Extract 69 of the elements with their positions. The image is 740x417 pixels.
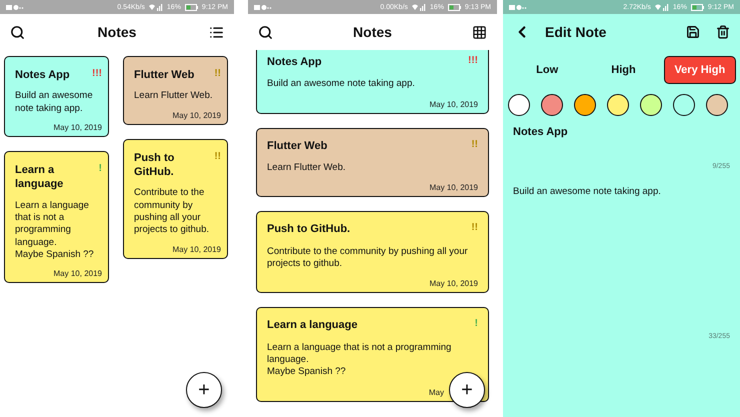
title-input[interactable]: Notes App <box>513 126 568 138</box>
note-title: Learn a language <box>15 162 64 192</box>
note-body: Build an awesome note taking app. <box>15 90 94 115</box>
note-body: Learn Flutter Web. <box>267 162 347 174</box>
color-swatch[interactable] <box>607 94 629 116</box>
notification-icons <box>254 4 272 10</box>
note-date: May 10, 2019 <box>172 110 221 120</box>
priority-mark: !!! <box>92 68 102 79</box>
note-title: Push to GitHub. <box>134 150 176 180</box>
note-card[interactable]: Flutter Web !! Learn Flutter Web. May 10, 2019 <box>256 128 489 198</box>
grid-view-icon[interactable] <box>472 24 487 40</box>
battery-icon <box>690 4 704 10</box>
color-swatch[interactable] <box>508 94 530 116</box>
note-date: May 10, 2019 <box>430 183 478 192</box>
note-date: May <box>428 388 444 397</box>
list-view-icon[interactable] <box>209 24 224 40</box>
note-title: Notes App <box>267 55 322 70</box>
note-title: Flutter Web <box>134 68 194 82</box>
priority-mark: !! <box>471 222 478 234</box>
priority-mark: !! <box>214 68 221 79</box>
note-title: Push to GitHub. <box>267 222 350 237</box>
priority-mark: !! <box>471 138 478 150</box>
note-card[interactable]: Push to GitHub. !! Contribute to the community by pushing all your projects to github. May 10, 2019 <box>123 138 228 259</box>
note-title: Learn a language <box>267 318 358 333</box>
delete-icon[interactable] <box>716 25 730 39</box>
note-card[interactable]: Flutter Web !! Learn Flutter Web. May 10, 2019 <box>123 56 228 125</box>
note-card[interactable]: Learn a language ! Learn a language that is not a programming language. Maybe Spanish ?? May 10, 2019 <box>4 150 109 284</box>
color-swatch[interactable] <box>673 94 695 116</box>
screen-title: Edit Note <box>544 24 608 40</box>
note-body: Build an awesome note taking app. <box>267 78 416 91</box>
save-icon[interactable] <box>686 25 700 39</box>
note-body: Learn Flutter Web. <box>134 90 214 103</box>
note-body: Contribute to the community by pushing all your projects to github. <box>267 246 469 270</box>
priority-option[interactable]: Low <box>511 56 584 84</box>
note-title: Notes App <box>15 68 70 82</box>
note-body: Contribute to the community by pushing all your projects to github. <box>134 187 210 237</box>
screen-title: Notes <box>352 24 393 40</box>
note-card[interactable]: Notes App !!! Build an awesome note taking app. May 10, 2019 <box>256 50 489 114</box>
note-input[interactable]: Build an awesome note taking app. <box>513 186 661 197</box>
note-date: May 10, 2019 <box>430 279 478 288</box>
signal-icon <box>654 4 669 10</box>
note-date: May 10, 2019 <box>54 269 102 278</box>
color-swatch[interactable] <box>574 94 596 116</box>
screen-title: Notes <box>96 24 138 40</box>
search-icon[interactable] <box>258 24 273 40</box>
priority-mark: ! <box>98 162 102 174</box>
color-swatch[interactable] <box>706 94 728 116</box>
priority-option[interactable]: Very High <box>664 56 736 84</box>
add-note-button[interactable]: + <box>186 372 222 408</box>
color-swatch[interactable] <box>541 94 563 116</box>
color-swatch[interactable] <box>640 94 662 116</box>
priority-mark: !!! <box>468 55 478 66</box>
battery-icon <box>448 4 461 10</box>
note-card[interactable]: Notes App !!! Build an awesome note taking app. May 10, 2019 <box>4 56 109 137</box>
note-body: Learn a language that is not a programming language. Maybe Spanish ?? <box>15 200 95 262</box>
notification-icons <box>509 4 527 10</box>
search-icon[interactable] <box>10 24 25 40</box>
notification-icons <box>6 4 24 10</box>
note-date: May 10, 2019 <box>430 100 478 109</box>
signal-icon <box>412 4 426 10</box>
priority-mark: !! <box>214 150 221 162</box>
note-title: Flutter Web <box>267 138 328 153</box>
signal-icon <box>148 4 163 10</box>
priority-option[interactable]: High <box>587 56 660 84</box>
note-card[interactable]: Push to GitHub. !! Contribute to the community by pushing all your projects to github. May 10, 2019 <box>256 211 489 294</box>
priority-mark: ! <box>474 318 478 330</box>
note-date: May 10, 2019 <box>172 244 221 254</box>
battery-icon <box>184 4 198 10</box>
note-date: May 10, 2019 <box>54 122 102 132</box>
